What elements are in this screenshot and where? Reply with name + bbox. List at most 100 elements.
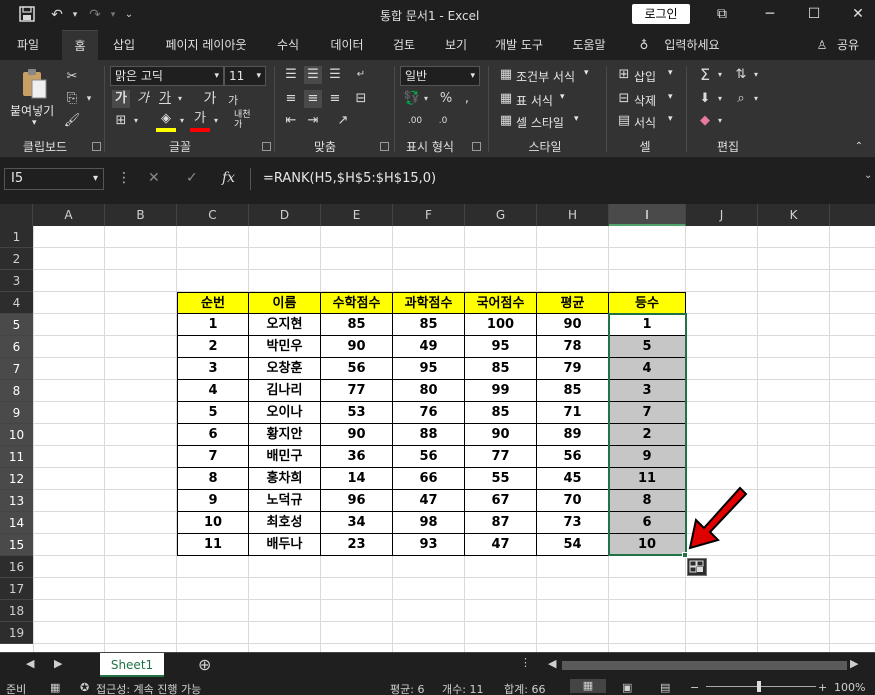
italic-button[interactable]: 가 <box>134 90 152 108</box>
bold-button[interactable]: 가 <box>112 90 130 108</box>
alignment-launcher-icon[interactable] <box>380 142 389 151</box>
insert-function-icon[interactable]: fx <box>222 170 235 186</box>
tab-page-layout[interactable]: 페이지 레이아웃 <box>150 30 262 60</box>
table-cell[interactable]: 95 <box>393 358 465 380</box>
table-cell[interactable]: 45 <box>537 468 609 490</box>
table-cell[interactable]: 47 <box>393 490 465 512</box>
number-launcher-icon[interactable] <box>472 142 481 151</box>
table-cell[interactable]: 90 <box>537 314 609 336</box>
underline-button[interactable]: 가 <box>156 90 174 108</box>
row-header-14[interactable]: 14 <box>0 512 33 534</box>
macro-record-icon[interactable]: ▦ <box>50 681 60 694</box>
table-cell[interactable]: 88 <box>393 424 465 446</box>
find-select-icon[interactable]: ⌕ <box>732 90 750 108</box>
table-cell[interactable]: 최호성 <box>249 512 321 534</box>
delete-dropdown-icon[interactable]: ▾ <box>668 92 673 102</box>
redo-icon[interactable]: ↷ <box>86 6 104 24</box>
row-header-19[interactable]: 19 <box>0 622 33 644</box>
merge-center-icon[interactable]: ⊟ <box>352 90 370 108</box>
paste-icon[interactable] <box>20 68 48 102</box>
insert-cells-icon[interactable]: ⊞ <box>616 66 632 84</box>
table-cell[interactable]: 8 <box>177 468 249 490</box>
row-header-9[interactable]: 9 <box>0 402 33 424</box>
table-cell[interactable]: 54 <box>537 534 609 556</box>
row-header-3[interactable]: 3 <box>0 270 33 292</box>
confirm-entry-icon[interactable]: ✓ <box>186 170 198 186</box>
table-cell[interactable]: 77 <box>321 380 393 402</box>
table-cell[interactable]: 70 <box>537 490 609 512</box>
percent-button[interactable]: % <box>438 90 454 108</box>
table-cell[interactable]: 93 <box>393 534 465 556</box>
format-table-icon[interactable]: ▦ <box>498 90 514 108</box>
accounting-dropdown-icon[interactable]: ▾ <box>422 90 430 108</box>
table-cell[interactable]: 23 <box>321 534 393 556</box>
fill-dropdown-icon[interactable]: ▾ <box>716 90 724 108</box>
tab-help[interactable]: 도움말 <box>562 30 616 60</box>
copy-icon[interactable]: ⎘ <box>62 90 82 108</box>
column-header-h[interactable]: H <box>537 204 609 226</box>
table-cell[interactable]: 10 <box>177 512 249 534</box>
insert-cells-button[interactable]: 삽입 <box>634 68 656 85</box>
paste-button[interactable]: 붙여넣기 <box>10 102 54 119</box>
cancel-entry-icon[interactable]: ✕ <box>148 170 160 186</box>
column-header-j[interactable]: J <box>686 204 758 226</box>
page-layout-view-icon[interactable]: ▣ <box>622 681 632 694</box>
table-cell[interactable]: 9 <box>177 490 249 512</box>
table-cell[interactable]: 오창훈 <box>249 358 321 380</box>
table-cell[interactable]: 오지현 <box>249 314 321 336</box>
expand-formula-icon[interactable]: ⌄ <box>864 170 872 181</box>
cell-styles-icon[interactable]: ▦ <box>498 112 514 130</box>
row-header-7[interactable]: 7 <box>0 358 33 380</box>
table-cell[interactable]: 2 <box>177 336 249 358</box>
format-table-dropdown-icon[interactable]: ▾ <box>560 92 565 102</box>
table-cell[interactable]: 73 <box>537 512 609 534</box>
font-size-select[interactable]: 11 ▾ <box>224 66 266 86</box>
table-cell[interactable]: 김나리 <box>249 380 321 402</box>
comma-style-icon[interactable]: , <box>460 90 474 108</box>
column-header-k[interactable]: K <box>758 204 830 226</box>
align-bottom-icon[interactable]: ☰ <box>326 66 344 84</box>
zoom-out-icon[interactable]: − <box>690 681 699 694</box>
row-header-11[interactable]: 11 <box>0 446 33 468</box>
table-cell[interactable]: 85 <box>465 358 537 380</box>
table-cell[interactable]: 49 <box>393 336 465 358</box>
row-header-13[interactable]: 13 <box>0 490 33 512</box>
row-header-8[interactable]: 8 <box>0 380 33 402</box>
table-cell[interactable]: 90 <box>321 336 393 358</box>
decrease-indent-icon[interactable]: ⇤ <box>282 112 300 130</box>
align-top-icon[interactable]: ☰ <box>282 66 300 84</box>
font-launcher-icon[interactable] <box>262 142 271 151</box>
accounting-format-icon[interactable]: 💱 <box>402 90 422 108</box>
table-cell[interactable]: 14 <box>321 468 393 490</box>
table-cell[interactable]: 노덕규 <box>249 490 321 512</box>
shrink-font-button[interactable]: 가 <box>224 92 242 110</box>
tab-data[interactable]: 데이터 <box>322 30 372 60</box>
table-cell[interactable]: 4 <box>177 380 249 402</box>
table-cell[interactable]: 56 <box>321 358 393 380</box>
conditional-dropdown-icon[interactable]: ▾ <box>584 68 589 78</box>
align-right-icon[interactable]: ≡ <box>326 90 344 108</box>
column-header-c[interactable]: C <box>177 204 249 226</box>
table-cell[interactable]: 80 <box>393 380 465 402</box>
table-cell[interactable]: 34 <box>321 512 393 534</box>
table-cell[interactable]: 90 <box>465 424 537 446</box>
lightbulb-icon[interactable]: ♁ <box>636 30 652 60</box>
font-color-button[interactable]: 가 <box>190 110 210 132</box>
minimize-button[interactable]: ─ <box>758 4 782 24</box>
clear-dropdown-icon[interactable]: ▾ <box>716 112 724 130</box>
cell-styles-dropdown-icon[interactable]: ▾ <box>574 114 579 124</box>
table-cell[interactable]: 6 <box>177 424 249 446</box>
autosum-icon[interactable]: Σ <box>696 66 714 84</box>
table-header-cell[interactable]: 과학점수 <box>393 292 465 314</box>
table-cell[interactable]: 85 <box>393 314 465 336</box>
format-table-button[interactable]: 표 서식 <box>516 92 553 109</box>
border-dropdown-icon[interactable]: ▾ <box>132 112 140 130</box>
collapse-ribbon-icon[interactable]: ⌃ <box>852 138 866 156</box>
align-center-icon[interactable]: ≡ <box>304 90 322 108</box>
table-cell[interactable]: 71 <box>537 402 609 424</box>
maximize-button[interactable]: ☐ <box>802 4 826 24</box>
column-header-b[interactable]: B <box>105 204 177 226</box>
table-cell[interactable]: 76 <box>393 402 465 424</box>
tab-insert[interactable]: 삽입 <box>104 30 144 60</box>
table-cell[interactable]: 오이나 <box>249 402 321 424</box>
